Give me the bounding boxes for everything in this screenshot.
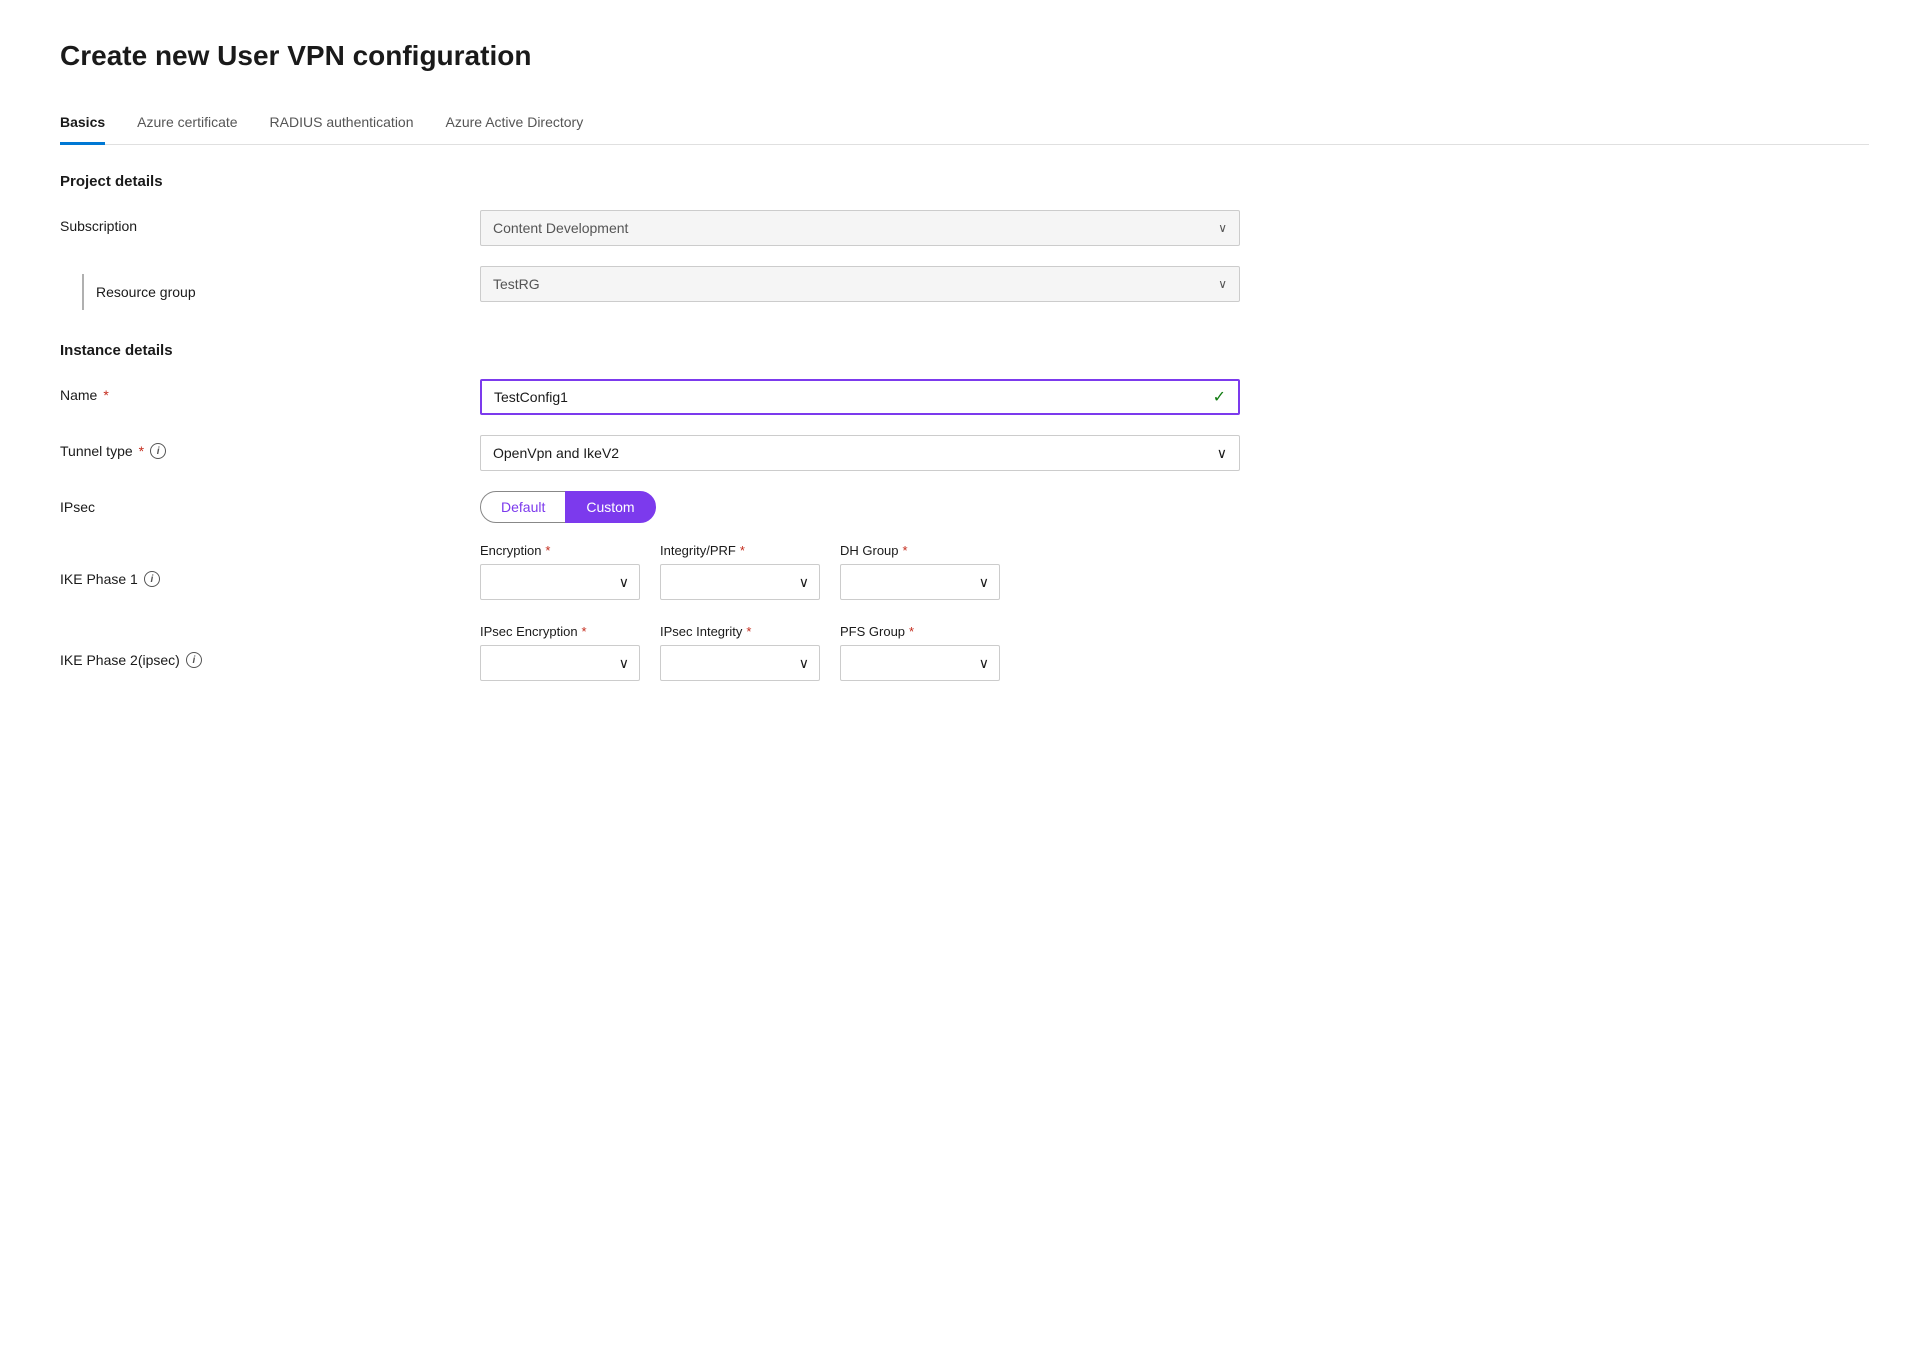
ipsec-encryption-dropdown[interactable]: ∨ [480,645,640,681]
tunnel-type-required-star: * [139,443,144,459]
dh-group-label: DH Group * [840,543,1000,558]
encryption-required-star: * [545,543,550,558]
integrity-dropdown[interactable]: ∨ [660,564,820,600]
ipsec-integrity-group: IPsec Integrity * ∨ [660,624,820,681]
ike-phase1-fields: Encryption * ∨ Integrity/PRF * ∨ [480,543,1240,600]
integrity-label: Integrity/PRF * [660,543,820,558]
ipsec-default-button[interactable]: Default [480,491,566,523]
subscription-control: Content Development ∨ [480,210,1240,246]
tab-radius-authentication[interactable]: RADIUS authentication [270,104,414,145]
dh-group-group: DH Group * ∨ [840,543,1000,600]
ipsec-integrity-label: IPsec Integrity * [660,624,820,639]
instance-details-title: Instance details [60,342,1869,359]
ipsec-toggle-group: Default Custom [480,491,1240,523]
ipsec-integrity-dropdown[interactable]: ∨ [660,645,820,681]
name-checkmark-icon: ✓ [1213,387,1226,407]
ipsec-label: IPsec [60,491,480,515]
resource-group-dropdown[interactable]: TestRG ∨ [480,266,1240,302]
encryption-chevron-icon: ∨ [619,574,629,591]
name-value: TestConfig1 [494,389,568,405]
instance-details-section: Instance details Name * TestConfig1 ✓ Tu… [60,342,1869,681]
subscription-label: Subscription [60,210,480,234]
integrity-required-star: * [740,543,745,558]
ike-phase2-info-icon[interactable]: i [186,652,202,668]
tab-azure-active-directory[interactable]: Azure Active Directory [446,104,584,145]
dh-group-required-star: * [903,543,908,558]
name-label: Name * [60,379,480,403]
pfs-group-chevron-icon: ∨ [979,655,989,672]
ipsec-encryption-group: IPsec Encryption * ∨ [480,624,640,681]
resource-group-label: Resource group [96,284,196,300]
project-details-title: Project details [60,173,1869,190]
ike-phase1-info-icon[interactable]: i [144,571,160,587]
ipsec-encryption-label: IPsec Encryption * [480,624,640,639]
subscription-value: Content Development [493,220,628,236]
resource-group-value: TestRG [493,276,540,292]
ipsec-encryption-chevron-icon: ∨ [619,655,629,672]
dh-group-chevron-icon: ∨ [979,574,989,591]
pfs-group-dropdown[interactable]: ∨ [840,645,1000,681]
resource-group-chevron-icon: ∨ [1218,277,1227,291]
resource-group-label-area: Resource group [60,266,480,310]
ipsec-encryption-required-star: * [582,624,587,639]
ike-phase1-label: IKE Phase 1 i [60,543,480,587]
subscription-row: Subscription Content Development ∨ [60,210,1869,246]
integrity-group: Integrity/PRF * ∨ [660,543,820,600]
encryption-label: Encryption * [480,543,640,558]
tunnel-type-control: OpenVpn and IkeV2 ∨ [480,435,1240,471]
encryption-group: Encryption * ∨ [480,543,640,600]
ike-phase2-row: IKE Phase 2(ipsec) i IPsec Encryption * … [60,624,1869,681]
subscription-chevron-icon: ∨ [1218,221,1227,235]
project-details-section: Project details Subscription Content Dev… [60,173,1869,310]
resource-group-row: Resource group TestRG ∨ [60,266,1869,310]
ipsec-row: IPsec Default Custom [60,491,1869,523]
name-required-star: * [103,387,108,403]
tunnel-type-row: Tunnel type * i OpenVpn and IkeV2 ∨ [60,435,1869,471]
name-input[interactable]: TestConfig1 ✓ [480,379,1240,415]
subscription-dropdown[interactable]: Content Development ∨ [480,210,1240,246]
tunnel-type-chevron-icon: ∨ [1217,445,1227,462]
tunnel-type-dropdown[interactable]: OpenVpn and IkeV2 ∨ [480,435,1240,471]
tunnel-type-info-icon[interactable]: i [150,443,166,459]
pfs-group-group: PFS Group * ∨ [840,624,1000,681]
ike-phase2-fields: IPsec Encryption * ∨ IPsec Integrity * ∨ [480,624,1240,681]
name-control: TestConfig1 ✓ [480,379,1240,415]
ipsec-integrity-required-star: * [746,624,751,639]
ipsec-integrity-chevron-icon: ∨ [799,655,809,672]
tab-azure-certificate[interactable]: Azure certificate [137,104,237,145]
ike-phase2-label: IKE Phase 2(ipsec) i [60,624,480,668]
tab-basics[interactable]: Basics [60,104,105,145]
ipsec-control: Default Custom [480,491,1240,523]
name-row: Name * TestConfig1 ✓ [60,379,1869,415]
tunnel-type-value: OpenVpn and IkeV2 [493,445,619,461]
pfs-group-required-star: * [909,624,914,639]
tunnel-type-label: Tunnel type * i [60,435,480,459]
resource-group-control: TestRG ∨ [480,266,1240,302]
tabs-nav: Basics Azure certificate RADIUS authenti… [60,104,1869,145]
encryption-dropdown[interactable]: ∨ [480,564,640,600]
ipsec-custom-button[interactable]: Custom [565,491,655,523]
dh-group-dropdown[interactable]: ∨ [840,564,1000,600]
integrity-chevron-icon: ∨ [799,574,809,591]
ike-phase1-row: IKE Phase 1 i Encryption * ∨ Integrity/P… [60,543,1869,600]
pfs-group-label: PFS Group * [840,624,1000,639]
page-title: Create new User VPN configuration [60,40,1869,72]
